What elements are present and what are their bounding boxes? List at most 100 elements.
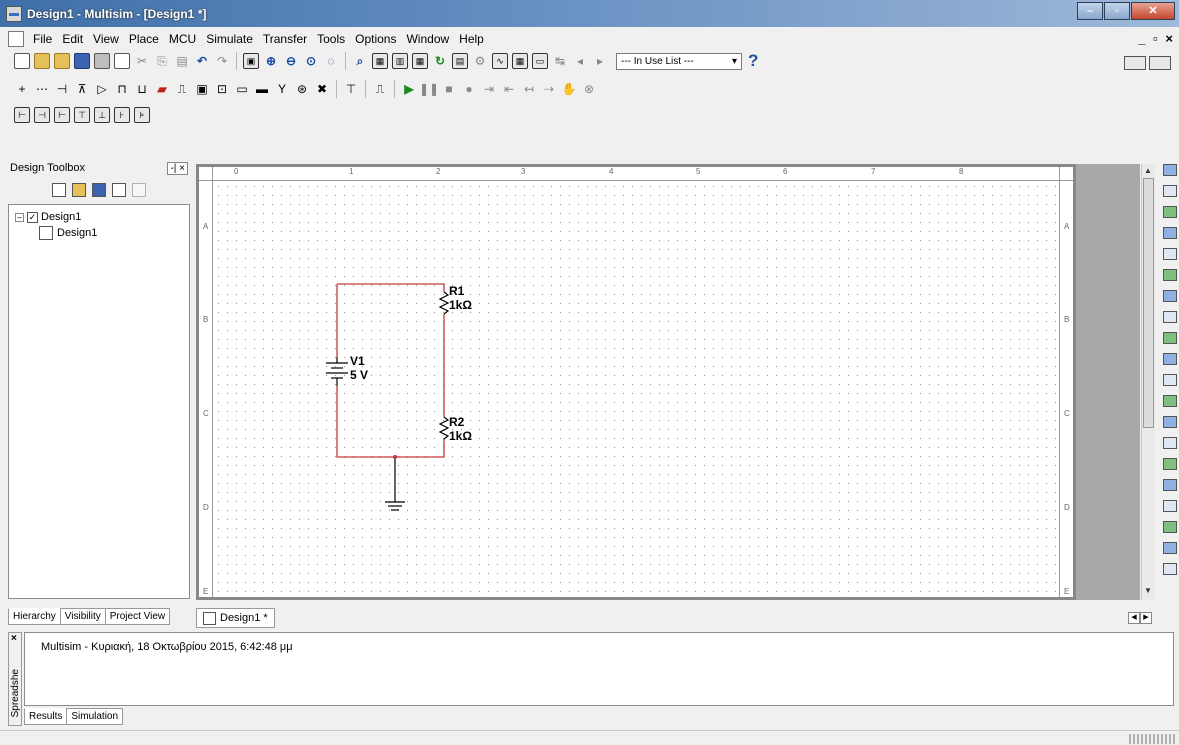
spreadsheet-view-icon[interactable]: ▦ <box>372 53 388 69</box>
resistor-r2[interactable] <box>438 416 450 440</box>
misc-icon[interactable]: ▭ <box>234 81 250 97</box>
open-design-icon[interactable] <box>72 183 86 197</box>
menu-mcu[interactable]: MCU <box>164 32 201 46</box>
tab-visibility[interactable]: Visibility <box>59 608 106 625</box>
probe-icon[interactable]: ⊤ <box>343 81 359 97</box>
tektronix-oscilloscope-icon[interactable] <box>1163 521 1177 533</box>
word-generator-icon[interactable] <box>1163 311 1177 323</box>
menu-simulate[interactable]: Simulate <box>201 32 258 46</box>
ladder-misc-icon[interactable]: ⊧ <box>134 107 150 123</box>
search-icon[interactable]: ⌕ <box>352 53 368 69</box>
rf-icon[interactable]: Y <box>274 81 290 97</box>
ladder-io-icon[interactable]: ⊣ <box>34 107 50 123</box>
mixed-icon[interactable]: ⎍ <box>174 81 190 97</box>
record-icon[interactable]: ● <box>461 81 477 97</box>
scroll-thumb[interactable] <box>1143 178 1154 428</box>
minimize-button[interactable]: – <box>1077 2 1103 20</box>
checkbox-icon[interactable]: ✓ <box>27 211 38 223</box>
close-icon[interactable]: × <box>11 633 17 644</box>
run-icon[interactable]: ▶ <box>401 81 417 97</box>
menu-place[interactable]: Place <box>124 32 164 46</box>
postprocessor-icon[interactable]: ↻ <box>432 53 448 69</box>
step-out-icon[interactable]: ↤ <box>521 81 537 97</box>
instrument-icon[interactable]: ⚙ <box>472 53 488 69</box>
document-icon[interactable] <box>8 30 24 47</box>
transfer-icon[interactable]: ↹ <box>552 53 568 69</box>
tab-simulation[interactable]: Simulation <box>66 708 124 725</box>
pause-view-icon[interactable] <box>1149 56 1171 70</box>
cut-icon[interactable]: ✂ <box>134 53 150 69</box>
vertical-scrollbar[interactable]: ▲ ▼ <box>1141 164 1155 600</box>
print-icon[interactable] <box>94 53 110 69</box>
battery-v1[interactable] <box>326 357 348 386</box>
resistor-r1[interactable] <box>438 291 450 315</box>
advanced-peripherals-icon[interactable]: ▬ <box>254 81 270 97</box>
delete-sheet-icon[interactable] <box>132 183 146 197</box>
redo-icon[interactable]: ↷ <box>214 53 230 69</box>
copy-icon[interactable]: ⎘ <box>154 53 170 69</box>
power-icon[interactable]: ⊡ <box>214 81 230 97</box>
scroll-up-icon[interactable]: ▲ <box>1144 166 1152 175</box>
fullscreen-icon[interactable]: ▣ <box>243 53 259 69</box>
print-preview-icon[interactable] <box>114 53 130 69</box>
spectrum-analyzer-icon[interactable] <box>1163 416 1177 428</box>
scroll-down-icon[interactable]: ▼ <box>1144 586 1152 595</box>
step-icon[interactable]: ⎍ <box>372 81 388 97</box>
ttl-icon[interactable]: ⊓ <box>114 81 130 97</box>
back-annotate-icon[interactable]: ◂ <box>572 53 588 69</box>
tab-project-view[interactable]: Project View <box>104 608 171 625</box>
breakpoint-icon[interactable]: ✋ <box>561 81 577 97</box>
remove-breakpoints-icon[interactable]: ⊗ <box>581 81 597 97</box>
in-use-list-dropdown[interactable]: --- In Use List --- ▾ <box>616 52 742 70</box>
grapher-icon[interactable]: ▤ <box>452 53 468 69</box>
schematic-workspace[interactable]: 0 1 2 3 4 5 6 7 8 A B C D E A B C D E R1… <box>196 164 1076 600</box>
menu-edit[interactable]: Edit <box>57 32 88 46</box>
iv-analyzer-icon[interactable] <box>1163 374 1177 386</box>
wire-bottom[interactable] <box>336 386 445 458</box>
indicator-icon[interactable]: ▣ <box>194 81 210 97</box>
step-over-icon[interactable]: ⇤ <box>501 81 517 97</box>
pause-icon[interactable]: ❚❚ <box>419 81 439 97</box>
labview-instrument-icon[interactable] <box>1163 542 1177 554</box>
new-icon[interactable] <box>14 53 30 69</box>
multimeter-icon[interactable] <box>1163 164 1177 176</box>
step-into-icon[interactable]: ⇥ <box>481 81 497 97</box>
scroll-left-icon[interactable]: ◀ <box>1128 612 1140 624</box>
transistor-icon[interactable]: ⊼ <box>74 81 90 97</box>
zoom-area-icon[interactable]: ⊙ <box>303 53 319 69</box>
agilent-generator-icon[interactable] <box>1163 458 1177 470</box>
wattmeter-icon[interactable] <box>1163 206 1177 218</box>
source-icon[interactable]: + <box>14 81 30 97</box>
tab-design1[interactable]: Design1 * <box>196 608 275 628</box>
analog-icon[interactable]: ▷ <box>94 81 110 97</box>
tab-hierarchy[interactable]: Hierarchy <box>8 608 61 625</box>
wire-top[interactable] <box>337 283 445 292</box>
network-analyzer-icon[interactable] <box>1163 437 1177 449</box>
resize-grip[interactable] <box>1129 734 1177 744</box>
zoom-fit-icon[interactable]: ◌ <box>323 53 339 69</box>
open-sample-icon[interactable] <box>54 53 70 69</box>
bode-plotter-icon[interactable] <box>1163 269 1177 281</box>
menu-tools[interactable]: Tools <box>312 32 350 46</box>
breadboard-icon[interactable]: ▦ <box>512 53 528 69</box>
ni-components-icon[interactable]: ✖ <box>314 81 330 97</box>
scroll-right-icon[interactable]: ▶ <box>1140 612 1152 624</box>
menu-help[interactable]: Help <box>454 32 489 46</box>
logic-converter-icon[interactable] <box>1163 332 1177 344</box>
zoom-out-icon[interactable]: ⊖ <box>283 53 299 69</box>
diode-icon[interactable]: ⊣ <box>54 81 70 97</box>
agilent-multimeter-icon[interactable] <box>1163 479 1177 491</box>
zoom-in-icon[interactable]: ⊕ <box>263 53 279 69</box>
collapse-icon[interactable]: – <box>15 212 24 222</box>
logic-analyzer-icon[interactable] <box>1163 353 1177 365</box>
current-probe-icon[interactable] <box>1163 563 1177 575</box>
forward-annotate-icon[interactable]: ▸ <box>592 53 608 69</box>
save-icon[interactable] <box>74 53 90 69</box>
tree-root[interactable]: – ✓ Design1 <box>15 209 183 225</box>
run-to-cursor-icon[interactable]: ⇢ <box>541 81 557 97</box>
stop-icon[interactable]: ■ <box>441 81 457 97</box>
close-button[interactable]: ✕ <box>1131 2 1175 20</box>
tab-results[interactable]: Results <box>24 708 68 725</box>
ladder-output-icon[interactable]: ⊦ <box>114 107 130 123</box>
misc-digital-icon[interactable]: ▰ <box>154 81 170 97</box>
